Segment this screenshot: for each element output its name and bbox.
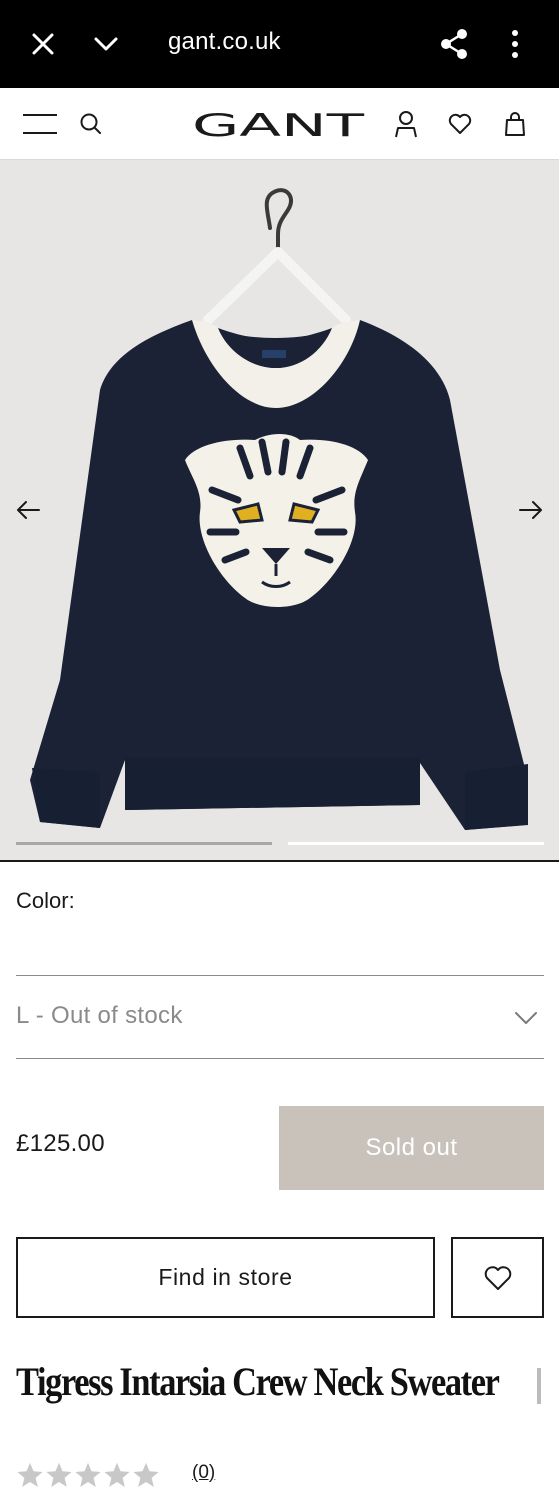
browser-url[interactable]: gant.co.uk [168, 28, 281, 56]
arrow-right-icon[interactable] [517, 496, 545, 524]
bag-icon[interactable] [497, 106, 533, 142]
gallery-divider [0, 860, 559, 862]
site-header: GANT [0, 88, 559, 160]
arrow-left-icon[interactable] [14, 496, 42, 524]
star-icon [75, 1462, 101, 1487]
share-icon[interactable] [436, 26, 472, 62]
chevron-down-icon [508, 1000, 544, 1036]
star-icon [46, 1462, 72, 1487]
browser-toolbar: gant.co.uk [0, 0, 559, 88]
progress-segment-2[interactable] [288, 842, 544, 845]
text-cursor [537, 1368, 541, 1404]
find-in-store-button[interactable]: Find in store [16, 1237, 435, 1318]
gallery-progress [0, 842, 559, 860]
star-icon [133, 1462, 159, 1487]
close-icon[interactable] [25, 26, 61, 62]
product-title: Tigress Intarsia Crew Neck Sweater [16, 1359, 500, 1404]
product-image-gallery[interactable] [0, 160, 559, 860]
add-to-wishlist-button[interactable] [451, 1237, 544, 1318]
review-count-link[interactable]: (0) [192, 1462, 215, 1484]
product-price: £125.00 [16, 1130, 105, 1157]
color-label: Color: [16, 888, 75, 913]
gant-logo[interactable]: GANT [192, 108, 366, 142]
heart-icon [484, 1265, 511, 1290]
account-icon[interactable] [388, 106, 424, 142]
size-selected-value: L - Out of stock [16, 1002, 183, 1029]
size-select[interactable]: L - Out of stock [16, 975, 544, 1059]
chevron-down-icon[interactable] [88, 26, 124, 62]
star-icon [17, 1462, 43, 1487]
svg-text:GANT: GANT [192, 108, 366, 142]
progress-segment-1[interactable] [16, 842, 272, 845]
star-rating[interactable] [16, 1458, 161, 1492]
more-vertical-icon[interactable] [497, 26, 533, 62]
wishlist-icon[interactable] [442, 106, 478, 142]
menu-icon[interactable] [22, 106, 58, 142]
star-icon [104, 1462, 130, 1487]
product-image [30, 188, 528, 830]
search-icon[interactable] [73, 106, 109, 142]
sold-out-button[interactable]: Sold out [279, 1106, 544, 1190]
